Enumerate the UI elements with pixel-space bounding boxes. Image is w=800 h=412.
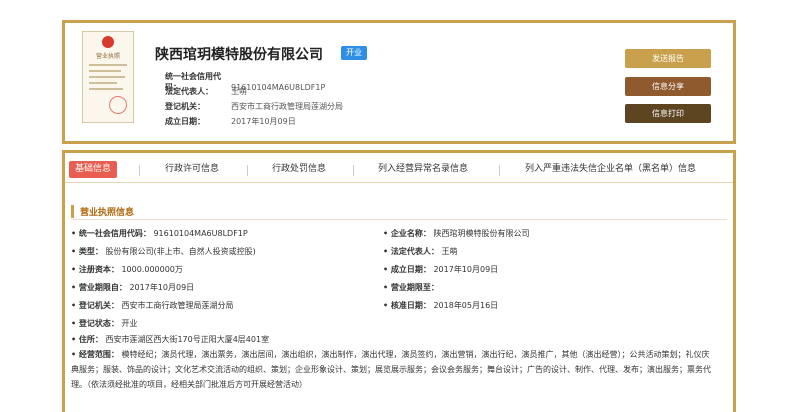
- tab-bar: 基础信息 行政许可信息 行政处罚信息 列入经营异常名录信息 列入严重违法失信企业…: [65, 158, 733, 183]
- field-label: 类型：: [71, 247, 103, 256]
- tab-divider: [499, 165, 500, 176]
- company-name: 陕西琯玥模特股份有限公司: [155, 47, 323, 63]
- field-label: 登记状态：: [71, 319, 119, 328]
- send-report-button[interactable]: 发送报告: [625, 49, 711, 68]
- section-title: 营业执照信息: [71, 205, 134, 218]
- legal-rep-value: 王萌: [231, 87, 247, 96]
- registration-authority-value: 西安市工商行政管理局莲湖分局: [231, 102, 343, 111]
- license-text-line: [89, 82, 117, 84]
- tab-basic-info[interactable]: 基础信息: [69, 161, 118, 178]
- field-label: 核准日期：: [383, 301, 431, 310]
- tab-divider: [353, 165, 354, 176]
- established-date-value: 2017年10月09日: [231, 117, 296, 126]
- tab-blacklist[interactable]: 列入严重违法失信企业名单（黑名单）信息: [525, 161, 696, 178]
- license-text-line: [89, 64, 127, 66]
- field-value: 股份有限公司(非上市、自然人投资或控股): [105, 247, 256, 256]
- registration-authority-label: 登记机关：: [165, 102, 205, 111]
- field-value: 西安市工商行政管理局莲湖分局: [121, 301, 234, 310]
- license-title: 营业执照: [95, 53, 120, 60]
- field-value: 2017年10月09日: [129, 283, 195, 292]
- license-text-line: [89, 70, 121, 72]
- field-value: 2018年05月16日: [433, 301, 499, 310]
- tab-abnormal-operation[interactable]: 列入经营异常名录信息: [378, 161, 468, 178]
- established-date-label: 成立日期：: [165, 117, 205, 126]
- field-value: 西安市莲湖区西大街170号正阳大厦4层401室: [105, 335, 270, 344]
- tab-divider: [247, 165, 248, 176]
- status-badge: 开业: [341, 46, 367, 60]
- field-label: 营业期限至：: [383, 283, 439, 292]
- field-registered-capital: 注册资本： 1000.000000万: [71, 264, 183, 275]
- field-term-to: 营业期限至：: [383, 282, 439, 293]
- field-value: 2017年10月09日: [433, 265, 499, 274]
- legal-rep-row: 法定代表人： 王萌: [165, 86, 247, 97]
- field-address: 住所： 西安市莲湖区西大街170号正阳大厦4层401室: [71, 334, 269, 345]
- section-divider: [71, 219, 727, 220]
- detail-panel: 基础信息 行政许可信息 行政处罚信息 列入经营异常名录信息 列入严重违法失信企业…: [62, 150, 736, 412]
- legal-rep-label: 法定代表人：: [165, 87, 213, 96]
- field-credit-code: 统一社会信用代码： 91610104MA6U8LDF1P: [71, 228, 248, 239]
- field-label: 企业名称：: [383, 229, 431, 238]
- business-license-thumbnail[interactable]: 营业执照: [82, 31, 134, 123]
- field-registration-status: 登记状态： 开业: [71, 318, 137, 329]
- field-value: 1000.000000万: [121, 265, 183, 274]
- field-established-date: 成立日期： 2017年10月09日: [383, 264, 498, 275]
- field-label: 法定代表人：: [383, 247, 439, 256]
- field-label: 营业期限自：: [71, 283, 127, 292]
- tab-admin-license[interactable]: 行政许可信息: [165, 161, 219, 178]
- field-term-from: 营业期限自： 2017年10月09日: [71, 282, 194, 293]
- field-value: 陕西琯玥模特股份有限公司: [433, 229, 530, 238]
- tab-divider: [139, 165, 140, 176]
- field-label: 统一社会信用代码：: [71, 229, 151, 238]
- field-label: 住所：: [71, 335, 103, 344]
- company-header-panel: 营业执照 陕西琯玥模特股份有限公司 开业 统一社会信用代码： 91610104MA…: [62, 20, 736, 144]
- field-label: 注册资本：: [71, 265, 119, 274]
- print-info-button[interactable]: 信息打印: [625, 104, 711, 123]
- license-text-line: [89, 76, 125, 78]
- field-label: 成立日期：: [383, 265, 431, 274]
- field-business-scope: 经营范围： 模特经纪；演员代理，演出票务，演出居间，演出组织，演出制作，演出代理…: [71, 347, 711, 392]
- share-info-button[interactable]: 信息分享: [625, 77, 711, 96]
- seal-icon: [109, 96, 127, 114]
- registration-authority-row: 登记机关： 西安市工商行政管理局莲湖分局: [165, 101, 343, 112]
- established-date-row: 成立日期： 2017年10月09日: [165, 116, 296, 127]
- national-emblem-icon: [102, 36, 114, 48]
- field-label: 登记机关：: [71, 301, 119, 310]
- tab-admin-penalty[interactable]: 行政处罚信息: [272, 161, 326, 178]
- field-registration-authority: 登记机关： 西安市工商行政管理局莲湖分局: [71, 300, 233, 311]
- field-approval-date: 核准日期： 2018年05月16日: [383, 300, 498, 311]
- field-label: 经营范围：: [71, 350, 119, 359]
- field-company-name: 企业名称： 陕西琯玥模特股份有限公司: [383, 228, 529, 239]
- field-value: 开业: [121, 319, 138, 328]
- license-text-line: [89, 88, 123, 90]
- field-type: 类型： 股份有限公司(非上市、自然人投资或控股): [71, 246, 256, 257]
- field-value: 模特经纪；演员代理，演出票务，演出居间，演出组织，演出制作，演出代理，演员签约，…: [71, 350, 711, 389]
- field-value: 王萌: [441, 247, 458, 256]
- field-legal-rep: 法定代表人： 王萌: [383, 246, 457, 257]
- field-value: 91610104MA6U8LDF1P: [153, 229, 248, 238]
